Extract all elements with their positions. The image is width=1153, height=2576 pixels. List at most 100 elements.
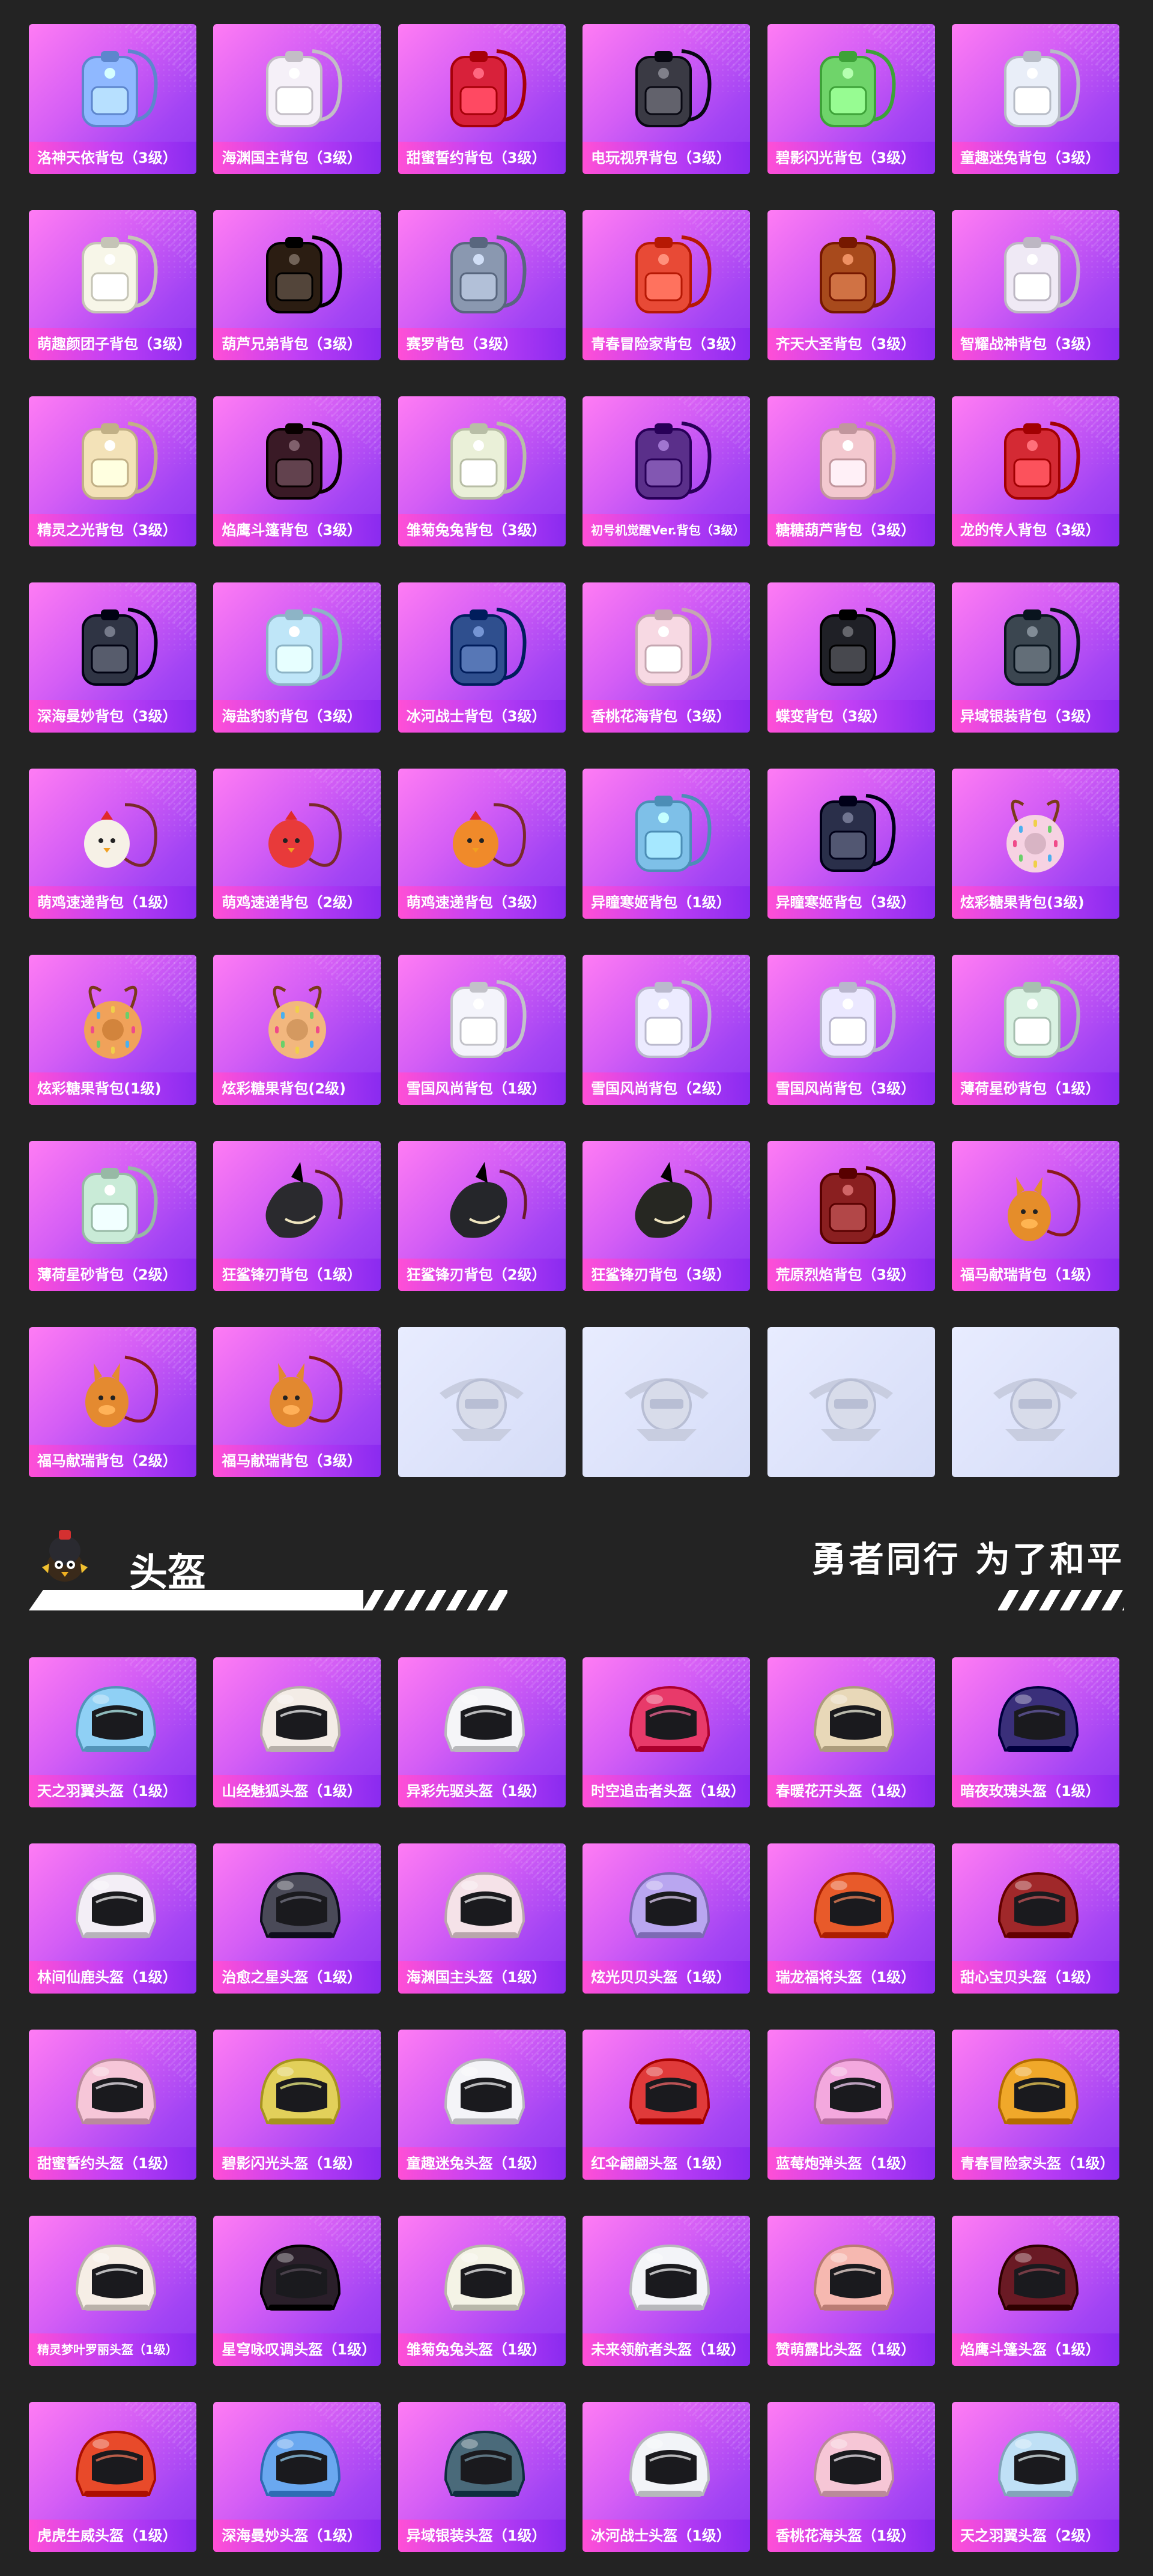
emblem-placeholder-icon	[428, 1351, 536, 1453]
helmet-card[interactable]: 青春冒险家头盔（1级）	[951, 2030, 1119, 2180]
helmet-icon	[981, 1855, 1089, 1958]
item-label: 萌鸡速递背包（1级）	[29, 886, 196, 919]
item-label: 炫彩糖果背包(2级)	[213, 1072, 381, 1105]
helmet-card[interactable]: 未来领航者头盔（1级）	[583, 2216, 751, 2366]
item-label: 天之羽翼头盔（1级）	[29, 1775, 196, 1807]
backpack-card[interactable]: 异瞳寒姬背包（3级）	[767, 769, 935, 919]
helmet-card[interactable]: 蓝莓炮弹头盔（1级）	[767, 2030, 935, 2180]
helmet-card[interactable]: 香桃花海头盔（1级）	[767, 2402, 935, 2552]
backpack-icon	[797, 222, 905, 324]
helmet-card[interactable]: 童趣迷兔头盔（1级）	[398, 2030, 566, 2180]
item-label: 精灵之光背包（3级）	[29, 514, 196, 546]
backpack-card[interactable]: 福马献瑞背包（2级）	[29, 1327, 196, 1477]
helmet-card[interactable]: 雏菊兔兔头盔（1级）	[398, 2216, 566, 2366]
backpack-card[interactable]: 异域银装背包（3级）	[951, 582, 1119, 733]
backpack-card[interactable]: 甜蜜誓约背包（3级）	[398, 24, 566, 174]
item-label: 炫彩糖果背包(3级)	[951, 886, 1119, 919]
helmet-card[interactable]: 甜心宝贝头盔（1级）	[951, 1843, 1119, 1994]
item-label: 糖糖葫芦背包（3级）	[767, 514, 935, 546]
backpack-card[interactable]: 雪国风尚背包（1级）	[398, 955, 566, 1105]
backpack-card[interactable]: 青春冒险家背包（3级）	[583, 210, 751, 360]
backpack-card[interactable]: 焰鹰斗篷背包（3级）	[213, 396, 381, 546]
helmet-card[interactable]: 焰鹰斗篷头盔（1级）	[951, 2216, 1119, 2366]
chick-backpack-icon	[243, 781, 351, 883]
horse-backpack-icon	[59, 1339, 167, 1441]
backpack-card[interactable]: 萌鸡速递背包（3级）	[398, 769, 566, 919]
backpack-card[interactable]: 福马献瑞背包（3级）	[213, 1327, 381, 1477]
backpack-card[interactable]: 精灵之光背包（3级）	[29, 396, 196, 546]
helmet-card[interactable]: 林间仙鹿头盔（1级）	[29, 1843, 196, 1994]
slogan-stripes-decoration	[998, 1590, 1124, 1610]
helmet-card[interactable]: 冰河战士头盔（1级）	[583, 2402, 751, 2552]
helmet-icon	[243, 1669, 351, 1771]
item-label: 海渊国主背包（3级）	[213, 142, 381, 174]
backpack-card[interactable]: 香桃花海背包（3级）	[583, 582, 751, 733]
helmet-icon	[797, 2228, 905, 2330]
helmet-card[interactable]: 红伞翩翩头盔（1级）	[583, 2030, 751, 2180]
backpack-card[interactable]: 糖糖葫芦背包（3级）	[767, 396, 935, 546]
helmet-card[interactable]: 异彩先驱头盔（1级）	[398, 1657, 566, 1807]
backpack-card[interactable]: 萌鸡速递背包（1级）	[29, 769, 196, 919]
backpack-card[interactable]: 异瞳寒姬背包（1级）	[583, 769, 751, 919]
helmet-card[interactable]: 异域银装头盔（1级）	[398, 2402, 566, 2552]
helmet-card[interactable]: 甜蜜誓约头盔（1级）	[29, 2030, 196, 2180]
helmet-icon	[243, 2228, 351, 2330]
backpack-icon	[981, 967, 1089, 1069]
backpack-card[interactable]: 洛神天依背包（3级）	[29, 24, 196, 174]
backpack-card[interactable]: 冰河战士背包（3级）	[398, 582, 566, 733]
backpack-card[interactable]: 深海曼妙背包（3级）	[29, 582, 196, 733]
backpack-card[interactable]: 葫芦兄弟背包（3级）	[213, 210, 381, 360]
backpack-card[interactable]: 炫彩糖果背包(1级)	[29, 955, 196, 1105]
helmet-icon	[59, 2042, 167, 2144]
helmet-card[interactable]: 精灵梦叶罗丽头盔（1级）	[29, 2216, 196, 2366]
backpack-card[interactable]: 童趣迷兔背包（3级）	[951, 24, 1119, 174]
backpack-card[interactable]: 蝶变背包（3级）	[767, 582, 935, 733]
backpack-card[interactable]: 智耀战神背包（3级）	[951, 210, 1119, 360]
helmet-card[interactable]: 山经魅狐头盔（1级）	[213, 1657, 381, 1807]
backpack-card[interactable]: 海盐豹豹背包（3级）	[213, 582, 381, 733]
helmet-card[interactable]: 治愈之星头盔（1级）	[213, 1843, 381, 1994]
helmet-card[interactable]: 碧影闪光头盔（1级）	[213, 2030, 381, 2180]
backpack-card[interactable]: 雏菊兔兔背包（3级）	[398, 396, 566, 546]
helmet-card[interactable]: 暗夜玫瑰头盔（1级）	[951, 1657, 1119, 1807]
backpack-card[interactable]: 电玩视界背包（3级）	[583, 24, 751, 174]
helmet-card[interactable]: 深海曼妙头盔（1级）	[213, 2402, 381, 2552]
helmet-icon	[243, 2042, 351, 2144]
backpack-card[interactable]: 狂鲨锋刃背包（3级）	[583, 1141, 751, 1291]
item-label: 初号机觉醒Ver.背包（3级）	[583, 514, 751, 546]
backpack-card[interactable]: 薄荷星砂背包（2级）	[29, 1141, 196, 1291]
item-label: 童趣迷兔头盔（1级）	[398, 2147, 566, 2180]
backpack-card[interactable]: 龙的传人背包（3级）	[951, 396, 1119, 546]
backpack-card[interactable]: 萌趣颜团子背包（3级）	[29, 210, 196, 360]
helmet-card[interactable]: 炫光贝贝头盔（1级）	[583, 1843, 751, 1994]
backpack-card[interactable]: 雪国风尚背包（3级）	[767, 955, 935, 1105]
helmet-card[interactable]: 时空追击者头盔（1级）	[583, 1657, 751, 1807]
helmet-card[interactable]: 天之羽翼头盔（1级）	[29, 1657, 196, 1807]
helmet-card[interactable]: 海渊国主头盔（1级）	[398, 1843, 566, 1994]
backpack-card[interactable]: 初号机觉醒Ver.背包（3级）	[583, 396, 751, 546]
backpack-card[interactable]: 炫彩糖果背包(2级)	[213, 955, 381, 1105]
shark-backpack-icon	[613, 1153, 721, 1255]
backpack-card[interactable]: 福马献瑞背包（1级）	[951, 1141, 1119, 1291]
helmet-card[interactable]: 赞萌露比头盔（1级）	[767, 2216, 935, 2366]
helmet-card[interactable]: 星穹咏叹调头盔（1级）	[213, 2216, 381, 2366]
item-label: 瑞龙福将头盔（1级）	[767, 1961, 935, 1994]
backpack-icon	[59, 36, 167, 138]
backpack-card[interactable]: 齐天大圣背包（3级）	[767, 210, 935, 360]
helmet-card[interactable]: 瑞龙福将头盔（1级）	[767, 1843, 935, 1994]
helmet-card[interactable]: 天之羽翼头盔（2级）	[951, 2402, 1119, 2552]
helmet-card[interactable]: 虎虎生威头盔（1级）	[29, 2402, 196, 2552]
backpack-card[interactable]: 雪国风尚背包（2级）	[583, 955, 751, 1105]
backpack-card[interactable]: 赛罗背包（3级）	[398, 210, 566, 360]
backpack-card[interactable]: 狂鲨锋刃背包（1级）	[213, 1141, 381, 1291]
item-label: 林间仙鹿头盔（1级）	[29, 1961, 196, 1994]
backpack-card[interactable]: 狂鲨锋刃背包（2级）	[398, 1141, 566, 1291]
backpack-card[interactable]: 碧影闪光背包（3级）	[767, 24, 935, 174]
item-label: 雏菊兔兔背包（3级）	[398, 514, 566, 546]
backpack-card[interactable]: 炫彩糖果背包(3级)	[951, 769, 1119, 919]
backpack-card[interactable]: 海渊国主背包（3级）	[213, 24, 381, 174]
backpack-card[interactable]: 萌鸡速递背包（2级）	[213, 769, 381, 919]
helmet-card[interactable]: 春暖花开头盔（1级）	[767, 1657, 935, 1807]
backpack-card[interactable]: 荒原烈焰背包（3级）	[767, 1141, 935, 1291]
backpack-card[interactable]: 薄荷星砂背包（1级）	[951, 955, 1119, 1105]
